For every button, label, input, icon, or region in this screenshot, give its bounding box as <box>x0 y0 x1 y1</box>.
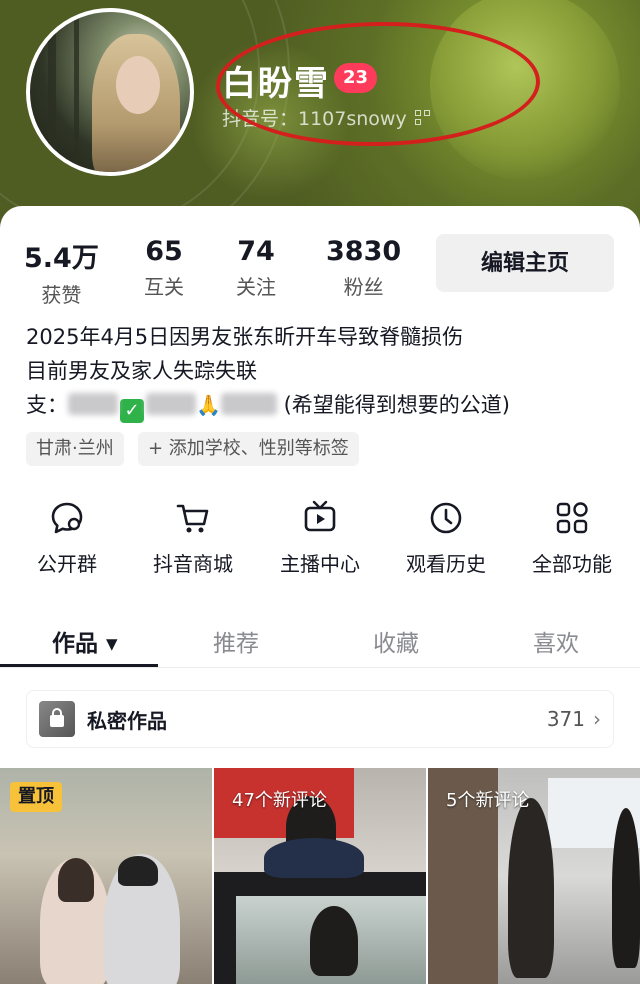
avatar-background <box>48 12 56 172</box>
thumbnail-figure <box>508 798 554 978</box>
stat-label: 获赞 <box>41 283 82 307</box>
grid-apps-icon <box>556 502 588 534</box>
stat-mutual[interactable]: 65 互关 <box>144 236 184 300</box>
content-tabs: 作品 ▾ 推荐 收藏 喜欢 <box>0 610 640 670</box>
pray-emoji-icon: 🙏 <box>196 393 221 417</box>
function-label: 抖音商城 <box>153 552 233 576</box>
function-streamer-center[interactable]: 主播中心 <box>265 498 375 577</box>
private-works-row[interactable]: 私密作品 371 › <box>26 690 614 748</box>
stat-label: 互关 <box>144 275 184 299</box>
new-comments-badge: 5个新评论 <box>446 790 530 811</box>
stat-likes[interactable]: 5.4万 获赞 <box>24 236 99 308</box>
thumbnail-figure <box>310 906 358 976</box>
stat-following[interactable]: 74 关注 <box>236 236 276 300</box>
pinned-badge: 置顶 <box>10 782 62 812</box>
video-thumbnail[interactable]: 47个新评论 <box>214 768 426 984</box>
clock-icon <box>430 502 462 534</box>
avatar-background <box>74 12 79 172</box>
blurred-text <box>220 393 277 415</box>
stat-value: 5.4万 <box>24 243 99 274</box>
thumbnail-figure <box>118 856 158 886</box>
stat-value: 65 <box>145 236 183 267</box>
function-label: 公开群 <box>37 552 97 576</box>
stat-value: 74 <box>237 236 275 267</box>
function-all-features[interactable]: 全部功能 <box>517 498 627 577</box>
function-group-chat[interactable]: 公开群 <box>12 498 122 577</box>
stat-followers[interactable]: 3830 粉丝 <box>326 236 401 300</box>
avatar[interactable] <box>26 8 194 176</box>
group-chat-icon <box>51 502 83 534</box>
tab-works[interactable]: 作品 ▾ <box>52 624 118 658</box>
blurred-text <box>68 393 118 415</box>
function-watch-history[interactable]: 观看历史 <box>391 498 501 577</box>
function-label: 全部功能 <box>532 552 612 576</box>
bio-line: 支： ✓ 🙏 (希望能得到想要的公道) <box>26 388 510 423</box>
thumbnail-figure <box>58 858 94 902</box>
new-comments-badge: 47个新评论 <box>232 790 327 811</box>
private-works-count: 371 <box>546 707 585 731</box>
tab-favorites[interactable]: 收藏 <box>373 624 419 658</box>
location-tag[interactable]: 甘肃·兰州 <box>26 432 124 466</box>
thumbnail-figure <box>612 808 640 968</box>
function-label: 观看历史 <box>406 552 486 576</box>
stat-label: 关注 <box>236 275 276 299</box>
check-emoji-icon: ✓ <box>120 399 144 423</box>
tab-likes[interactable]: 喜欢 <box>533 624 579 658</box>
bio: 2025年4月5日因男友张东昕开车导致脊髓损伤 目前男友及家人失踪失联 支： ✓ 🙏… <box>26 320 510 423</box>
video-thumbnail[interactable]: 5个新评论 <box>428 768 640 984</box>
blurred-text <box>146 393 196 415</box>
bio-suffix: (希望能得到想要的公道) <box>283 393 510 417</box>
bio-line: 2025年4月5日因男友张东昕开车导致脊髓损伤 <box>26 325 464 349</box>
add-tags-button[interactable]: + 添加学校、性别等标签 <box>138 432 359 466</box>
stat-value: 3830 <box>326 236 402 267</box>
video-thumbnail[interactable]: 置顶 <box>0 768 212 984</box>
avatar-figure <box>116 56 160 114</box>
function-label: 主播中心 <box>280 552 360 576</box>
private-works-label: 私密作品 <box>87 708 167 733</box>
video-grid: 置顶 47个新评论 5个新评论 <box>0 768 640 984</box>
tab-recommended[interactable]: 推荐 <box>213 624 259 658</box>
chevron-right-icon: › <box>593 707 601 731</box>
lock-icon <box>39 701 75 737</box>
function-mall[interactable]: 抖音商城 <box>138 498 248 577</box>
bio-prefix: 支： <box>26 393 68 417</box>
bio-line: 目前男友及家人失踪失联 <box>26 359 257 383</box>
thumbnail-figure <box>264 838 364 878</box>
tv-play-icon <box>304 500 336 532</box>
tab-divider <box>0 667 640 668</box>
edit-profile-button[interactable]: 编辑主页 <box>436 234 614 292</box>
stat-label: 粉丝 <box>343 275 384 299</box>
shopping-cart-icon <box>176 504 209 533</box>
